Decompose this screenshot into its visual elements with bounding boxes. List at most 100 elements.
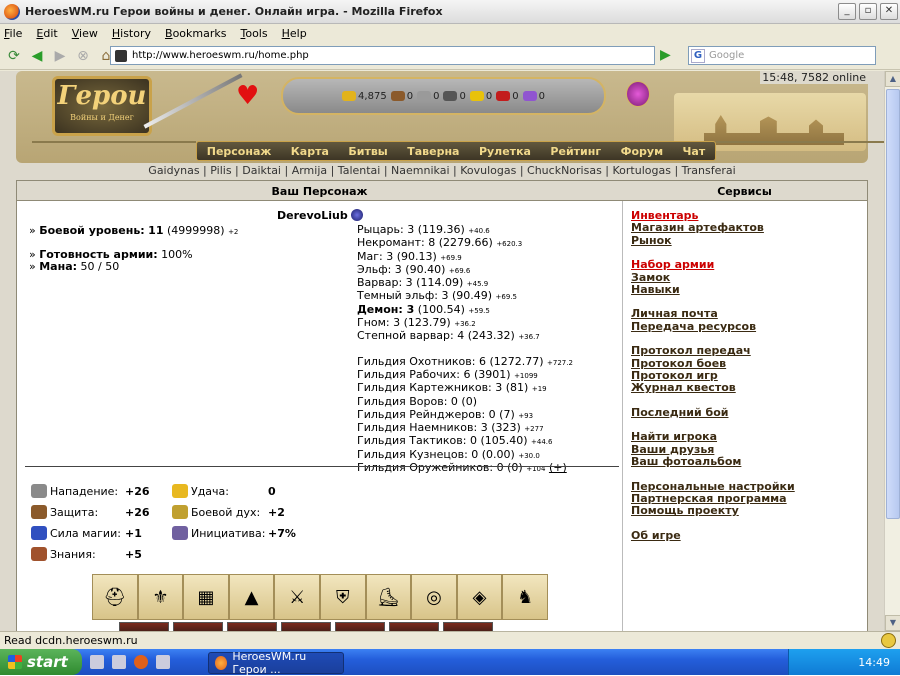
combat-level: » Боевой уровень: 11 (4999998) +2: [29, 224, 239, 237]
service-link[interactable]: Найти игрока: [631, 430, 795, 443]
service-link[interactable]: Навыки: [631, 283, 795, 296]
forward-icon[interactable]: ▶: [51, 47, 69, 65]
army-slot[interactable]: [119, 622, 169, 631]
taskbar: start: [0, 649, 900, 675]
army-slot[interactable]: [281, 622, 331, 631]
service-link[interactable]: Передача ресурсов: [631, 320, 795, 333]
maximize-button[interactable]: ▫: [859, 3, 877, 20]
resource-icon: [496, 91, 511, 101]
menu-bookmarks[interactable]: Bookmarks: [165, 27, 226, 40]
mana: » Мана: 50 / 50: [29, 260, 120, 273]
scroll-thumb[interactable]: [886, 89, 900, 519]
nav-item[interactable]: Таверна: [407, 145, 459, 158]
service-link[interactable]: Магазин артефактов: [631, 221, 795, 234]
menu-edit[interactable]: Edit: [36, 27, 57, 40]
game-logo[interactable]: Герои Войны и Денег: [52, 76, 152, 136]
character-panel: Ваш Персонаж Сервисы DerevoLiub » Боевой…: [16, 180, 868, 631]
nav-item[interactable]: Персонаж: [207, 145, 272, 158]
search-input[interactable]: G Google: [688, 46, 876, 65]
attribute-row: Боевой дух: +2: [172, 505, 285, 519]
menu-history[interactable]: History: [112, 27, 151, 40]
service-link[interactable]: Протокол передач: [631, 344, 795, 357]
addon-icon[interactable]: [881, 633, 896, 648]
start-button[interactable]: start: [0, 649, 82, 675]
army-slot[interactable]: [335, 622, 385, 631]
service-link[interactable]: Личная почта: [631, 308, 795, 321]
wand-icon: [31, 526, 47, 540]
faction-row: Степной варвар: 4 (243.32) +36.7: [357, 329, 540, 343]
service-link[interactable]: Ваш фотоальбом: [631, 455, 795, 468]
title-bar: HeroesWM.ru Герои войны и денег. Онлайн …: [0, 0, 900, 24]
go-icon[interactable]: ▶: [660, 47, 678, 65]
guild-row: Гильдия Рабочих: 6 (3901) +1099: [357, 367, 538, 381]
service-link[interactable]: Помощь проекту: [631, 504, 795, 517]
translation-links[interactable]: Gaidynas | Pilis | Daiktai | Armija | Ta…: [0, 164, 884, 180]
equipped-artifacts: ⛑ ⚜ ▦ ▲ ⚔ ⛨ ⛸ ◎ ◈ ♞: [92, 574, 548, 620]
weapon-icon[interactable]: ⚔: [274, 574, 320, 620]
service-link[interactable]: Об игре: [631, 529, 795, 542]
stop-icon[interactable]: ⊗: [74, 47, 92, 65]
service-link[interactable]: Последний бой: [631, 406, 795, 419]
quicklaunch-ie-icon[interactable]: [112, 655, 126, 669]
amulet-icon[interactable]: ⚜: [137, 574, 184, 620]
guild-row: Гильдия Рейнджеров: 0 (7) +93: [357, 407, 534, 421]
logo-subtext: Войны и Денег: [70, 113, 134, 122]
menu-help[interactable]: Help: [282, 27, 307, 40]
menu-view[interactable]: View: [72, 27, 98, 40]
reload-icon[interactable]: ⟳: [5, 47, 23, 65]
armor-icon[interactable]: ▦: [183, 574, 229, 620]
resource-icon: [417, 91, 432, 101]
guild-row: Гильдия Воров: 0 (0): [357, 394, 477, 408]
army-slot[interactable]: [227, 622, 277, 631]
faction-row: Некромант: 8 (2279.66) +620.3: [357, 236, 523, 250]
back-icon[interactable]: ◀: [28, 47, 46, 65]
faction-row: Темный эльф: 3 (90.49) +69.5: [357, 289, 517, 303]
scroll-up-icon[interactable]: ▲: [885, 71, 900, 87]
army-slot[interactable]: [173, 622, 223, 631]
taskbar-firefox-task[interactable]: HeroesWM.ru Герои ...: [208, 650, 344, 676]
army-slot[interactable]: [443, 622, 493, 631]
ring-icon[interactable]: ◎: [411, 574, 457, 620]
attribute-row: Удача: 0: [172, 484, 276, 498]
vertical-scrollbar[interactable]: ▲ ▼: [884, 71, 900, 631]
quicklaunch-firefox-icon[interactable]: [134, 655, 148, 669]
quicklaunch-desktop-icon[interactable]: [90, 655, 104, 669]
character-name[interactable]: DerevoLiub: [277, 209, 363, 222]
army-slots: [119, 622, 519, 631]
service-link[interactable]: Набор армии: [631, 258, 795, 271]
cloak-icon[interactable]: ▲: [228, 574, 275, 620]
service-link[interactable]: Журнал квестов: [631, 382, 795, 395]
close-button[interactable]: ✕: [880, 3, 898, 20]
attribute-row: Сила магии: +1: [31, 526, 142, 540]
boots-icon[interactable]: ⛸: [365, 574, 412, 620]
nav-item[interactable]: Битвы: [348, 145, 387, 158]
resource-item: 0: [496, 91, 519, 102]
game-header: Герои Войны и Денег ♥ 4,875 0 0 0 0 0 0 Персон…: [16, 71, 884, 163]
nav-item[interactable]: Форум: [621, 145, 664, 158]
status-bar: Read dcdn.heroeswm.ru: [0, 631, 900, 649]
army-slot[interactable]: [389, 622, 439, 631]
service-link[interactable]: Рынок: [631, 234, 795, 247]
resource-icon: [390, 91, 405, 101]
url-bar[interactable]: http://www.heroeswm.ru/home.php: [110, 46, 655, 65]
helmet-icon[interactable]: ⛑: [92, 574, 138, 620]
buy-button[interactable]: (+): [549, 461, 567, 474]
shield-icon[interactable]: ⛨: [319, 574, 366, 620]
nav-item[interactable]: Чат: [683, 145, 706, 158]
windows-logo-icon: [8, 655, 22, 669]
scroll-down-icon[interactable]: ▼: [885, 615, 900, 631]
nav-item[interactable]: Рейтинг: [550, 145, 601, 158]
header-divider: [716, 141, 884, 159]
resource-icon: [443, 91, 458, 101]
ring2-icon[interactable]: ◈: [456, 574, 503, 620]
guild-row: Гильдия Оружейников: 0 (0) +104 (+): [357, 461, 567, 475]
menu-file[interactable]: File: [4, 27, 22, 40]
menu-tools[interactable]: Tools: [240, 27, 267, 40]
nav-item[interactable]: Рулетка: [479, 145, 531, 158]
faction-row: Гном: 3 (123.79) +36.2: [357, 316, 476, 330]
menu-bar: File Edit View History Bookmarks Tools H…: [0, 24, 900, 42]
nav-item[interactable]: Карта: [291, 145, 329, 158]
minimize-button[interactable]: _: [838, 3, 856, 20]
horse-icon[interactable]: ♞: [502, 574, 548, 620]
quicklaunch-media-icon[interactable]: [156, 655, 170, 669]
